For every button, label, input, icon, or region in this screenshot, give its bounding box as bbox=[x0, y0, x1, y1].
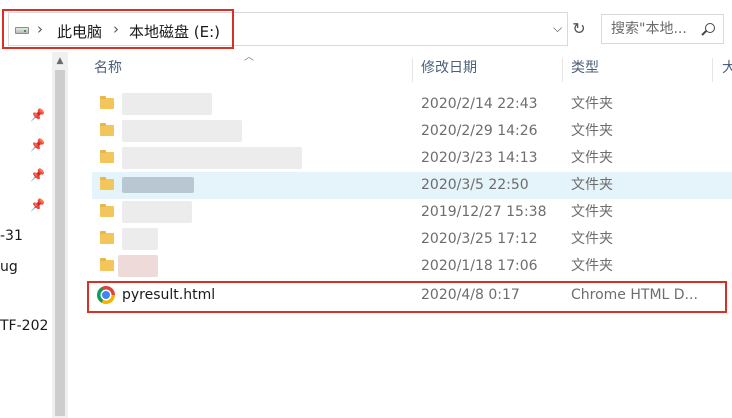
table-row-selected[interactable]: 2020/3/5 22:50 文件夹 bbox=[92, 172, 732, 199]
file-name: pyresult.html bbox=[122, 287, 216, 303]
file-name bbox=[122, 118, 402, 145]
file-date: 2020/3/5 22:50 bbox=[421, 177, 529, 193]
address-bar[interactable]: › 此电脑 › 本地磁盘 (E:) ⌵ bbox=[8, 12, 568, 46]
file-date: 2019/12/27 15:38 bbox=[421, 204, 547, 220]
file-date: 2020/2/14 22:43 bbox=[421, 96, 538, 112]
breadcrumb-separator[interactable]: › bbox=[37, 20, 43, 38]
file-list: ︿ 名称 修改日期 类型 大 2020/2/14 22:43 文件夹 2020/… bbox=[70, 52, 732, 418]
file-type: 文件夹 bbox=[571, 123, 613, 139]
folder-icon bbox=[100, 177, 114, 190]
folder-icon bbox=[100, 231, 114, 244]
file-type: 文件夹 bbox=[571, 204, 613, 220]
column-divider[interactable] bbox=[712, 58, 713, 82]
file-name bbox=[122, 172, 402, 199]
file-type: 文件夹 bbox=[571, 258, 613, 274]
table-row[interactable]: 2019/12/27 15:38 文件夹 bbox=[92, 199, 732, 226]
pin-icon[interactable]: 📌 bbox=[30, 198, 45, 212]
column-divider[interactable] bbox=[412, 58, 413, 82]
pin-icon[interactable]: 📌 bbox=[30, 138, 45, 152]
refresh-button[interactable]: ↻ bbox=[568, 17, 590, 41]
nav-item[interactable]: -31 bbox=[0, 228, 23, 244]
column-divider[interactable] bbox=[562, 58, 563, 82]
file-date: 2020/1/18 17:06 bbox=[421, 258, 538, 274]
column-header-type[interactable]: 类型 bbox=[571, 52, 599, 84]
address-dropdown-icon[interactable]: ⌵ bbox=[553, 21, 562, 36]
drive-icon bbox=[15, 27, 29, 34]
table-row[interactable]: 2020/3/25 17:12 文件夹 bbox=[92, 226, 732, 253]
table-row[interactable]: 2020/3/23 14:13 文件夹 bbox=[92, 145, 732, 172]
nav-item[interactable]: ug bbox=[0, 259, 18, 275]
folder-icon bbox=[100, 204, 114, 217]
table-row[interactable]: 2020/1/18 17:06 文件夹 bbox=[92, 253, 732, 280]
file-name bbox=[122, 253, 402, 280]
file-date: 2020/3/25 17:12 bbox=[421, 231, 538, 247]
file-name bbox=[122, 145, 402, 172]
breadcrumb-this-pc[interactable]: 此电脑 bbox=[57, 21, 102, 42]
file-type: Chrome HTML D... bbox=[571, 287, 698, 303]
chrome-icon bbox=[97, 286, 115, 304]
folder-icon bbox=[100, 258, 114, 271]
pin-icon[interactable]: 📌 bbox=[30, 108, 45, 122]
pin-icon[interactable]: 📌 bbox=[30, 168, 45, 182]
scroll-up-icon[interactable]: ▲ bbox=[52, 54, 68, 68]
folder-icon bbox=[100, 96, 114, 109]
search-icon[interactable] bbox=[705, 23, 715, 33]
search-input[interactable] bbox=[602, 15, 700, 43]
file-date: 2020/2/29 14:26 bbox=[421, 123, 538, 139]
column-header-name[interactable]: 名称 bbox=[94, 52, 122, 84]
sort-ascending-icon: ︿ bbox=[244, 52, 254, 63]
file-date: 2020/3/23 14:13 bbox=[421, 150, 538, 166]
column-header-size[interactable]: 大 bbox=[722, 52, 732, 84]
file-name bbox=[122, 226, 402, 253]
column-header-date[interactable]: 修改日期 bbox=[421, 52, 477, 84]
file-name bbox=[122, 91, 402, 118]
file-type: 文件夹 bbox=[571, 150, 613, 166]
folder-icon bbox=[100, 123, 114, 136]
file-name bbox=[122, 199, 402, 226]
nav-scrollbar[interactable]: ▲ bbox=[52, 52, 68, 418]
breadcrumb-separator[interactable]: › bbox=[113, 20, 119, 38]
file-date: 2020/4/8 0:17 bbox=[421, 287, 520, 303]
table-row[interactable]: 2020/2/29 14:26 文件夹 bbox=[92, 118, 732, 145]
folder-icon bbox=[100, 150, 114, 163]
file-type: 文件夹 bbox=[571, 96, 613, 112]
search-box[interactable] bbox=[601, 14, 724, 44]
file-type: 文件夹 bbox=[571, 177, 613, 193]
table-row[interactable]: 2020/2/14 22:43 文件夹 bbox=[92, 91, 732, 118]
table-row-pyresult[interactable]: pyresult.html 2020/4/8 0:17 Chrome HTML … bbox=[92, 282, 732, 309]
file-type: 文件夹 bbox=[571, 231, 613, 247]
nav-scroll-thumb[interactable] bbox=[55, 70, 65, 416]
nav-item[interactable]: TF-202 bbox=[0, 318, 48, 334]
navigation-pane: 📌 📌 📌 📌 -31 ug TF-202 ▲ bbox=[0, 52, 70, 418]
breadcrumb-local-disk-e[interactable]: 本地磁盘 (E:) bbox=[129, 21, 220, 42]
